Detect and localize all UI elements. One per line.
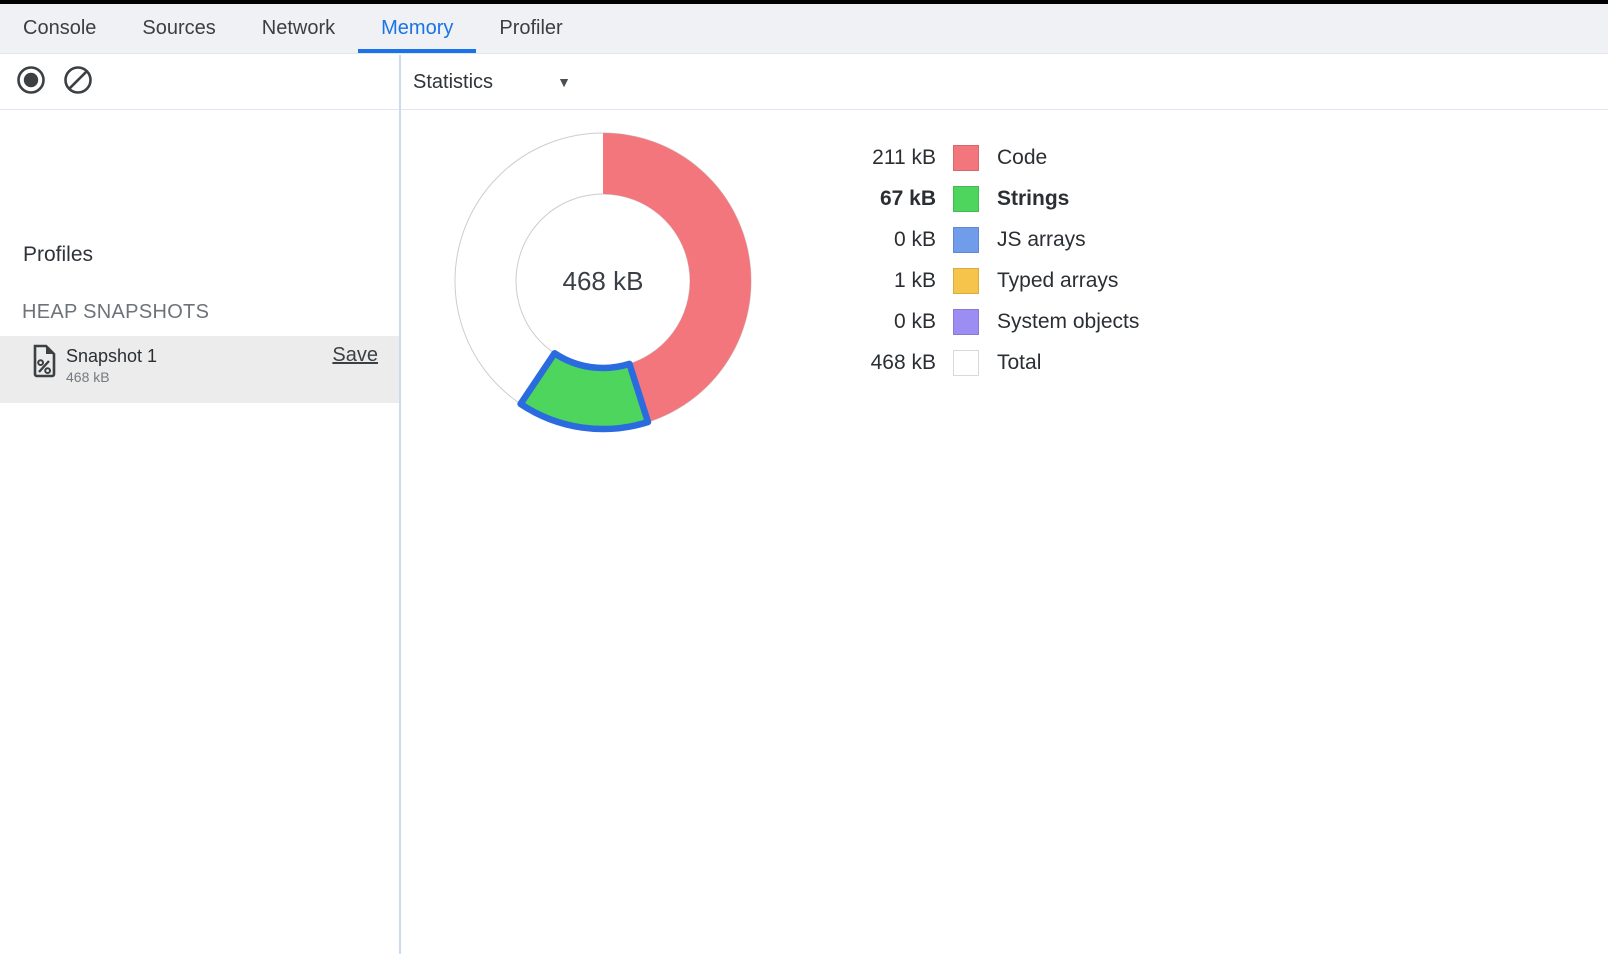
legend-label: Code	[997, 146, 1047, 170]
chevron-down-icon: ▼	[557, 74, 571, 90]
clear-profiles-button[interactable]	[62, 64, 94, 96]
tab-sources[interactable]: Sources	[119, 4, 238, 53]
tab-memory[interactable]: Memory	[358, 4, 476, 53]
heap-statistics-donut-chart: 468 kB	[435, 113, 771, 449]
legend-row-total[interactable]: 468 kB Total	[790, 342, 1139, 383]
legend-row-system-objects[interactable]: 0 kB System objects	[790, 301, 1139, 342]
legend-row-code[interactable]: 211 kB Code	[790, 137, 1139, 178]
legend-label: Total	[997, 351, 1041, 375]
snapshot-size: 468 kB	[66, 368, 157, 386]
tab-console[interactable]: Console	[0, 4, 119, 53]
legend-value: 1 kB	[790, 269, 936, 293]
legend-swatch	[953, 145, 979, 171]
legend-value: 0 kB	[790, 228, 936, 252]
legend-row-typed-arrays[interactable]: 1 kB Typed arrays	[790, 260, 1139, 301]
memory-toolbar: Statistics ▼	[0, 55, 1608, 110]
legend-value: 468 kB	[790, 351, 936, 375]
legend-value: 0 kB	[790, 310, 936, 334]
record-icon	[15, 64, 47, 96]
chart-legend: 211 kB Code 67 kB Strings 0 kB JS arrays…	[790, 137, 1139, 383]
save-snapshot-link[interactable]: Save	[332, 344, 378, 367]
snapshot-text: Snapshot 1 468 kB	[66, 344, 157, 386]
perspective-dropdown[interactable]: Statistics ▼	[413, 55, 571, 109]
legend-value: 211 kB	[790, 146, 936, 170]
legend-label: JS arrays	[997, 228, 1086, 252]
legend-row-strings[interactable]: 67 kB Strings	[790, 178, 1139, 219]
profiles-sidebar: Profiles HEAP SNAPSHOTS Snapshot 1 468 k…	[0, 111, 399, 954]
heap-snapshot-file-icon	[30, 343, 58, 379]
sidebar-main-divider[interactable]	[399, 55, 401, 954]
legend-label: Typed arrays	[997, 269, 1118, 293]
tab-profiler[interactable]: Profiler	[476, 4, 585, 53]
legend-swatch	[953, 227, 979, 253]
legend-row-js-arrays[interactable]: 0 kB JS arrays	[790, 219, 1139, 260]
clear-icon	[62, 64, 94, 96]
legend-label: System objects	[997, 310, 1139, 334]
legend-value: 67 kB	[790, 187, 936, 211]
legend-swatch	[953, 309, 979, 335]
legend-swatch	[953, 350, 979, 376]
legend-swatch	[953, 268, 979, 294]
tab-network[interactable]: Network	[239, 4, 358, 53]
donut-slice-strings[interactable]	[521, 353, 648, 429]
snapshot-title: Snapshot 1	[66, 344, 157, 368]
legend-label: Strings	[997, 187, 1069, 211]
record-heap-snapshot-button[interactable]	[15, 64, 47, 96]
perspective-dropdown-label: Statistics	[413, 71, 493, 94]
legend-swatch	[953, 186, 979, 212]
devtools-tab-bar: ConsoleSourcesNetworkMemoryProfiler	[0, 4, 1608, 54]
heap-snapshots-section-heading: HEAP SNAPSHOTS	[22, 301, 209, 324]
profiles-heading: Profiles	[23, 243, 93, 267]
sidebar-item-snapshot-1[interactable]: Snapshot 1 468 kB Save	[0, 336, 399, 403]
